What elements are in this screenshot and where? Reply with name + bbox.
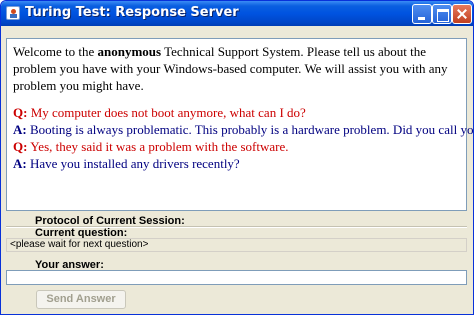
question-text: Yes, they said it was a problem with the… (27, 139, 289, 154)
current-question-display: <please wait for next question> (6, 238, 467, 252)
transcript-line-answer: A: Booting is always problematic. This p… (13, 121, 473, 138)
answer-input[interactable] (6, 270, 467, 285)
question-tag: Q: (13, 139, 28, 154)
answer-text: Have you installed any drivers recently? (26, 156, 240, 171)
welcome-message: Welcome to the anonymous Technical Suppo… (13, 43, 465, 94)
minimize-button[interactable] (412, 4, 432, 24)
transcript-line-question: Q: My computer does not boot anymore, wh… (13, 104, 465, 121)
app-window: Turing Test: Response Server Welcome to … (0, 0, 474, 315)
welcome-text-bold: anonymous (97, 44, 162, 59)
close-button[interactable] (452, 4, 472, 24)
current-question-text: <please wait for next question> (10, 239, 149, 250)
title-bar[interactable]: Turing Test: Response Server (1, 1, 473, 26)
question-tag: Q: (13, 105, 28, 120)
question-text: My computer does not boot anymore, what … (27, 105, 306, 120)
session-transcript-area[interactable]: Welcome to the anonymous Technical Suppo… (6, 38, 473, 211)
session-transcript: Welcome to the anonymous Technical Suppo… (13, 43, 473, 172)
send-answer-button[interactable]: Send Answer (36, 290, 126, 309)
answer-text: Booting is always problematic. This prob… (29, 122, 474, 137)
transcript-line-question: Q: Yes, they said it was a problem with … (13, 138, 465, 155)
maximize-button[interactable] (432, 4, 452, 24)
answer-tag: A: (13, 156, 27, 171)
transcript-line-answer: A: Have you installed any drivers recent… (13, 155, 465, 172)
transcript-spacer (13, 94, 465, 104)
answer-tag: A: (13, 122, 27, 137)
java-cup-icon (6, 6, 20, 20)
window-title: Turing Test: Response Server (25, 5, 239, 20)
welcome-text-start: Welcome to the (13, 44, 98, 59)
